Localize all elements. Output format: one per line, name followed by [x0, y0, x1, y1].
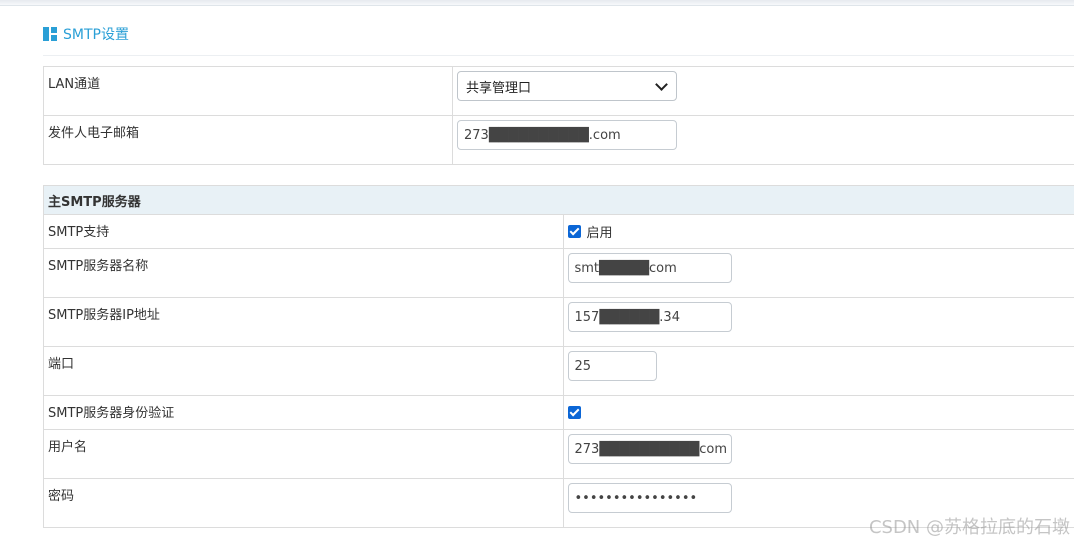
smtp-support-label: SMTP支持 — [43, 214, 564, 249]
section-header: SMTP设置 — [43, 20, 129, 48]
smtp-server-name-label: SMTP服务器名称 — [43, 248, 564, 298]
password-input[interactable]: •••••••••••••••• — [567, 483, 732, 513]
watermark: CSDN @苏格拉底的石墩 — [868, 517, 1070, 538]
smtp-section-row: 主SMTP服务器 — [43, 185, 1074, 215]
top-border — [0, 0, 1074, 6]
header-divider — [43, 55, 1074, 56]
username-label: 用户名 — [43, 429, 564, 479]
port-row: 端口 25 — [43, 346, 1074, 396]
port-input[interactable]: 25 — [567, 351, 657, 381]
port-label: 端口 — [43, 346, 564, 396]
password-label: 密码 — [43, 478, 564, 528]
smtp-server-name-input[interactable]: smt█████com — [567, 253, 732, 283]
smtp-auth-label: SMTP服务器身份验证 — [43, 395, 564, 430]
smtp-server-ip-input[interactable]: 157██████.34 — [567, 302, 732, 332]
smtp-server-ip-row: SMTP服务器IP地址 157██████.34 — [43, 297, 1074, 347]
lan-channel-selected-value: 共享管理口 — [466, 80, 532, 96]
smtp-server-name-row: SMTP服务器名称 smt█████com — [43, 248, 1074, 298]
smtp-auth-checkbox[interactable] — [567, 405, 581, 419]
smtp-support-row: SMTP支持 启用 — [43, 214, 1074, 249]
username-row: 用户名 273██████████com — [43, 429, 1074, 479]
smtp-section-title: 主SMTP服务器 — [43, 185, 1074, 215]
smtp-server-table: 主SMTP服务器 SMTP支持 启用 SMTP服务器名称 smt█████com… — [43, 185, 1074, 528]
grid-icon — [43, 27, 57, 41]
username-input[interactable]: 273██████████com — [567, 434, 732, 464]
sender-email-input[interactable]: 273██████████.com — [457, 120, 677, 150]
lan-channel-label: LAN通道 — [43, 66, 453, 116]
lan-channel-row: LAN通道 共享管理口 — [43, 66, 1074, 116]
general-settings-table: LAN通道 共享管理口 发件人电子邮箱 273██████████.com — [43, 66, 1074, 165]
smtp-support-checkbox[interactable] — [567, 224, 581, 238]
smtp-settings-page: SMTP设置 LAN通道 共享管理口 发件人电子邮箱 273██████████… — [0, 0, 1074, 543]
smtp-server-ip-label: SMTP服务器IP地址 — [43, 297, 564, 347]
sender-email-label: 发件人电子邮箱 — [43, 115, 453, 165]
smtp-support-option-label: 启用 — [586, 225, 613, 241]
sender-email-row: 发件人电子邮箱 273██████████.com — [43, 115, 1074, 165]
section-title: SMTP设置 — [63, 27, 129, 43]
chevron-down-icon — [655, 77, 668, 91]
lan-channel-select[interactable]: 共享管理口 — [457, 71, 677, 101]
smtp-auth-row: SMTP服务器身份验证 — [43, 395, 1074, 430]
